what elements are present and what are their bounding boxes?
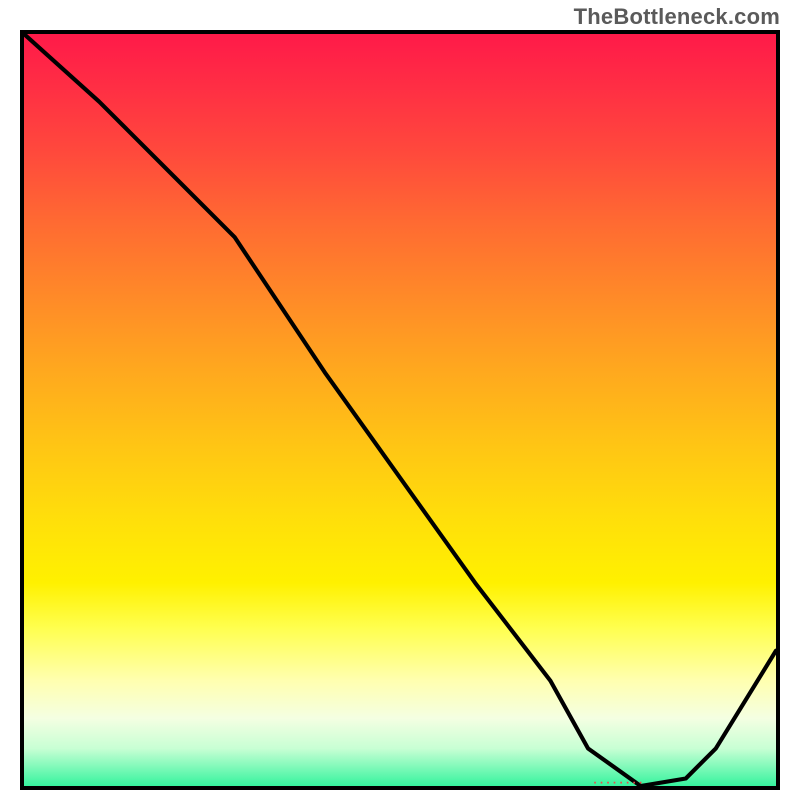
chart-area: ········: [20, 30, 780, 790]
source-label: TheBottleneck.com: [574, 4, 780, 30]
heat-gradient: [24, 34, 776, 786]
